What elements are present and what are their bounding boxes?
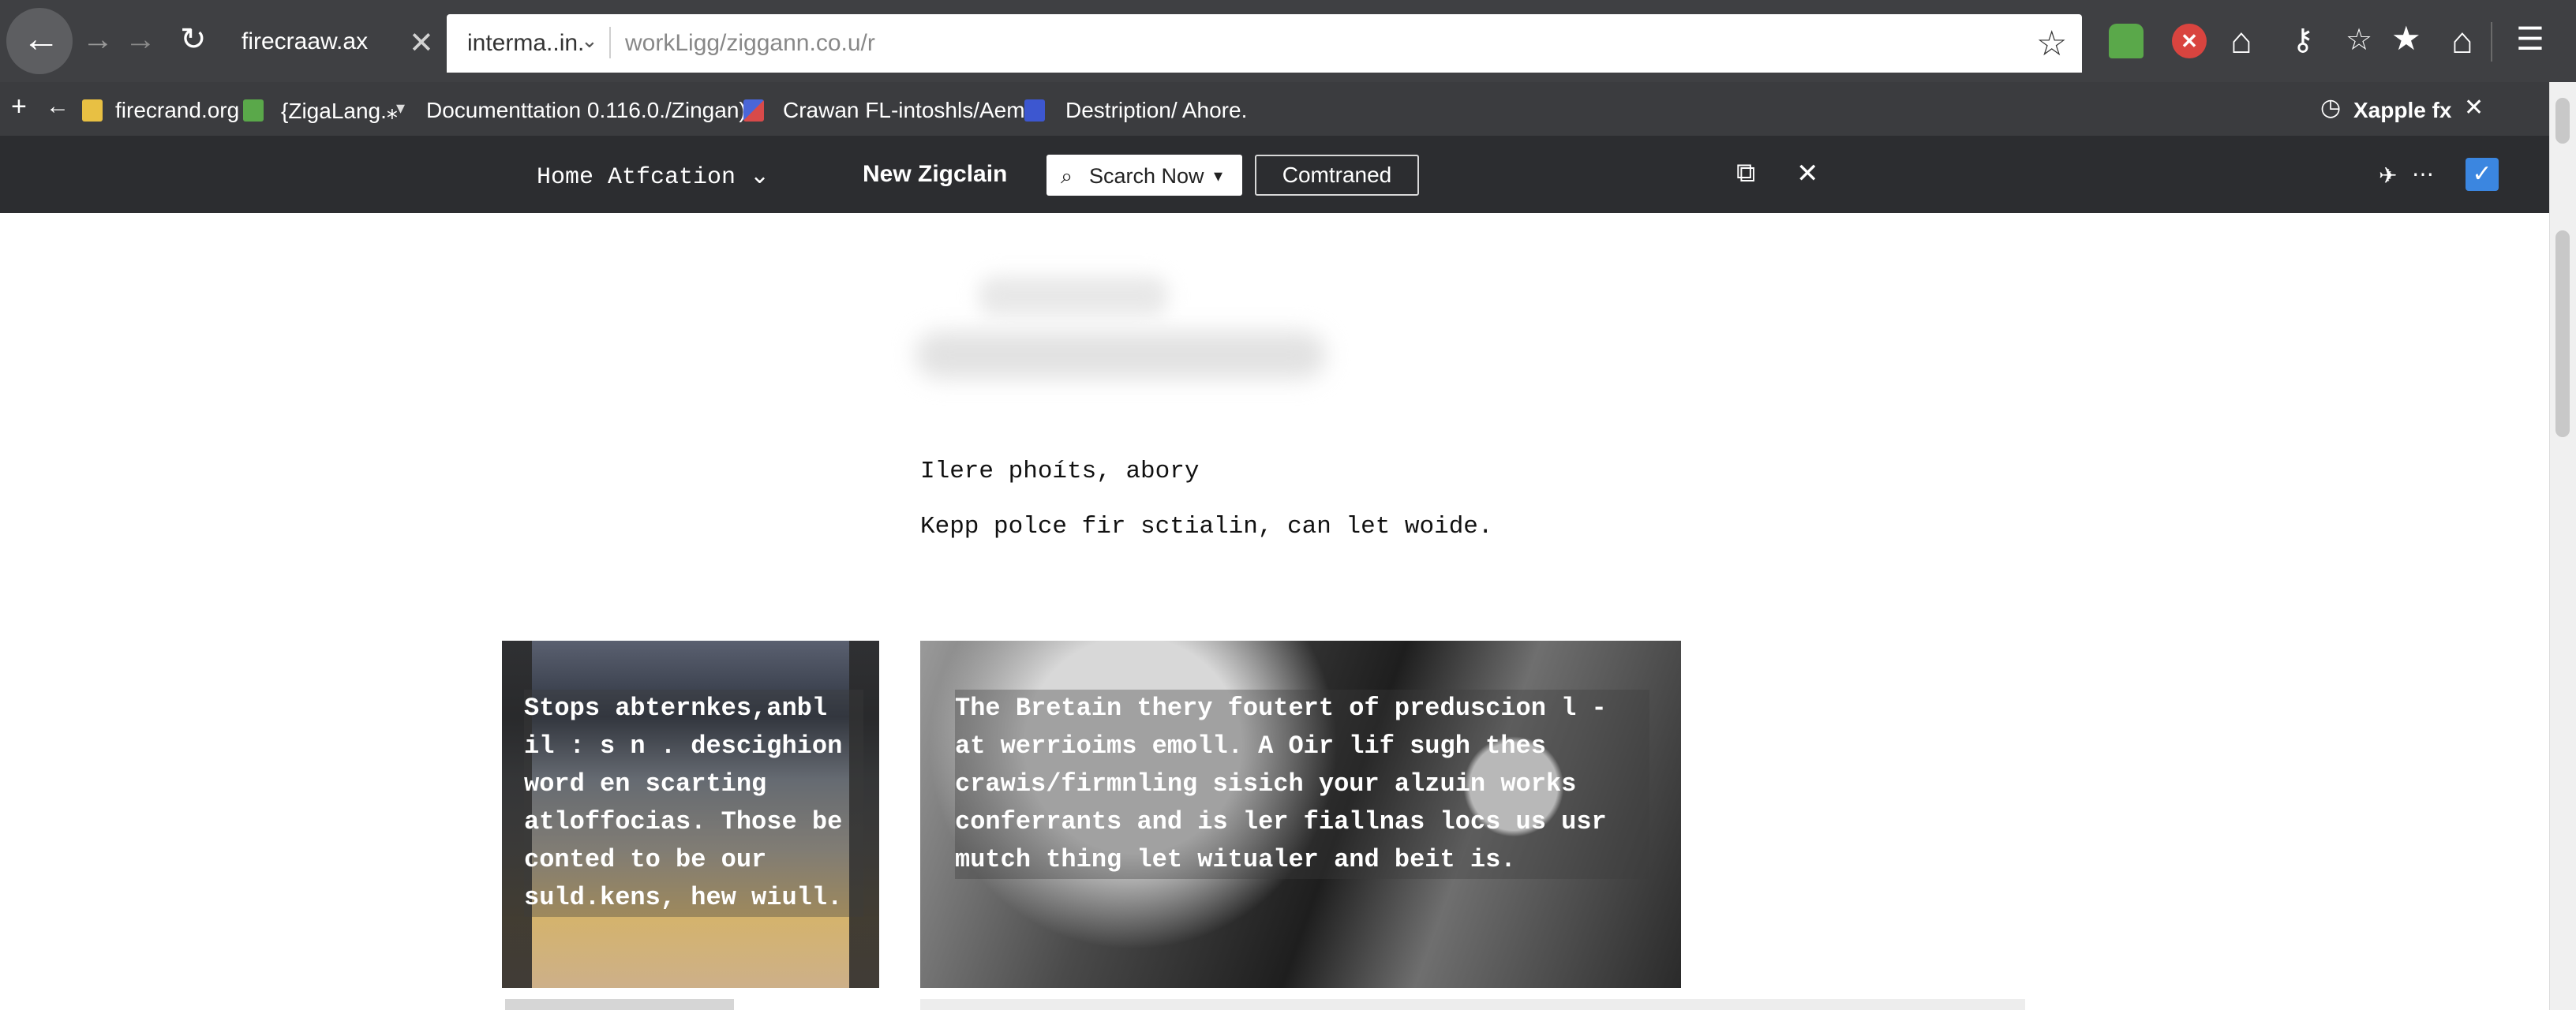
pin-icon[interactable]: ✈ xyxy=(2379,163,2397,189)
bookmark-xapple[interactable]: Xapple fx xyxy=(2353,98,2451,123)
tab-title-interma[interactable]: interma..in. xyxy=(467,30,584,57)
star-outline-icon[interactable]: ☆ xyxy=(2346,25,2372,55)
check-square-icon[interactable]: ✓ xyxy=(2466,158,2499,191)
menu-icon[interactable]: ☰ xyxy=(2516,24,2544,55)
key-icon[interactable]: ⚷ xyxy=(2292,25,2314,55)
bookmark-crawan[interactable]: Crawan FL-intoshls/Aem.. xyxy=(783,98,1037,123)
card-street-photo[interactable]: Stops abternkes,anbl il : s n . descighi… xyxy=(502,641,879,988)
back-icon: ← xyxy=(22,18,60,60)
vertical-scrollbar[interactable] xyxy=(2549,82,2576,1010)
expand-icon[interactable]: ⧉ xyxy=(1736,158,1755,189)
add-bookmark-icon[interactable]: + xyxy=(11,93,27,120)
bookmark-favicon-1 xyxy=(82,99,103,122)
bookmark-back-icon[interactable]: ← xyxy=(46,95,69,118)
search-now-label: Scarch Now xyxy=(1089,164,1204,188)
reload-icon[interactable]: ↻ xyxy=(180,24,207,55)
bookmark-favicon-5 xyxy=(1024,99,1045,122)
star-filled-icon[interactable]: ★ xyxy=(2391,22,2421,55)
chevron-down-icon: ▾ xyxy=(1214,166,1223,185)
close-icon[interactable]: ✕ xyxy=(409,25,434,61)
forward-icon[interactable]: → xyxy=(82,24,114,55)
blurred-heading xyxy=(979,276,1168,316)
bookmark-star-icon[interactable]: ☆ xyxy=(2036,24,2067,64)
home-outline-icon[interactable]: ⌂ xyxy=(2451,22,2473,58)
card-1-caption-cutoff xyxy=(505,999,734,1010)
intro-line-1: Ilere phoíts, abory xyxy=(920,458,1200,485)
card-1-text: Stops abternkes,anbl il : s n . descighi… xyxy=(524,690,863,917)
comtraned-button[interactable]: Comtraned xyxy=(1255,155,1419,196)
toolbar-separator xyxy=(2491,22,2492,62)
bookmark-destription[interactable]: Destription/ Ahore. xyxy=(1065,98,1247,123)
more-icon[interactable]: ⋯ xyxy=(2412,161,2434,187)
tab-title-firecraaw[interactable]: firecraaw.ax xyxy=(242,28,368,55)
forward-disabled-icon: → xyxy=(125,22,156,57)
intro-line-2: Kepp polce fir sctialin, can let woide. xyxy=(920,513,1493,541)
clock-icon: ◷ xyxy=(2320,95,2342,121)
bookmark-close-icon[interactable]: ✕ xyxy=(2464,96,2484,120)
nav-home-menu[interactable]: Home Atfcation ⌄ xyxy=(537,162,769,191)
home-icon[interactable]: ⌂ xyxy=(2230,22,2252,58)
card-2-text: The Bretain thery foutert of preduscion … xyxy=(955,690,1649,879)
blurred-subheading xyxy=(915,331,1326,379)
bookmark-firecrand[interactable]: firecrand.org xyxy=(115,98,239,123)
search-icon: ⌕ xyxy=(1061,164,1073,188)
address-separator xyxy=(609,27,611,58)
search-now-button[interactable]: ⌕ Scarch Now ▾ xyxy=(1046,155,1242,196)
bookmark-favicon-4 xyxy=(743,99,764,122)
tab-dropdown-icon[interactable]: ⌄ xyxy=(581,28,598,53)
bookmark-documentation[interactable]: Documenttation 0.116.0./Zingan) xyxy=(426,98,747,123)
bookmark-zigalang[interactable]: {ZigaLang.⁎ xyxy=(281,98,398,124)
card-2-caption-cutoff xyxy=(920,999,2025,1010)
site-title[interactable]: New Zigclain xyxy=(863,161,1007,188)
red-extension-icon[interactable]: ✕ xyxy=(2172,24,2207,58)
card-dogs-photo[interactable]: The Bretain thery foutert of preduscion … xyxy=(920,641,1681,988)
address-input[interactable]: workLigg/ziggann.co.u/r xyxy=(625,30,875,57)
chevron-down-icon[interactable]: ▾ xyxy=(396,99,405,117)
bookmark-favicon-2 xyxy=(243,99,264,122)
green-extension-icon[interactable] xyxy=(2109,24,2144,58)
close-icon[interactable]: ✕ xyxy=(1796,158,1819,189)
scrollbar-thumb-top[interactable] xyxy=(2555,98,2570,144)
scrollbar-thumb[interactable] xyxy=(2555,230,2570,437)
